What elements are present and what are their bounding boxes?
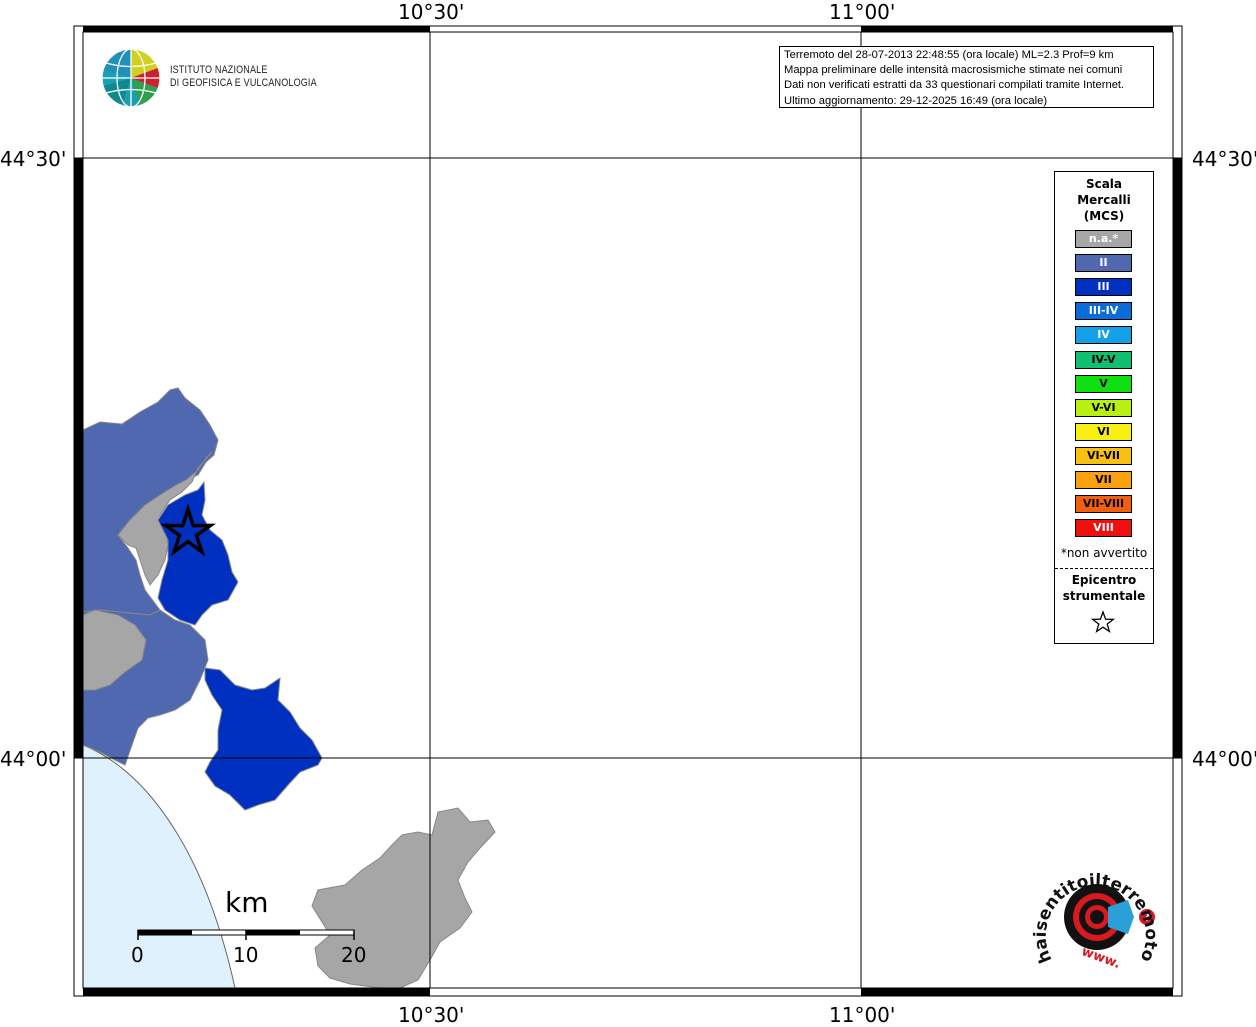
municipality-not-felt-southeast xyxy=(311,807,496,989)
event-info-line4: Ultimo aggiornamento: 29-12-2025 16:49 (… xyxy=(784,94,1048,107)
left-tick-label-44-30: 44°30' xyxy=(0,147,67,171)
legend-swatch-vi-vii: VI-VII xyxy=(1075,446,1132,465)
legend-swatch-iv: IV xyxy=(1075,326,1132,345)
bottom-tick-label-11-00: 11°00' xyxy=(829,1003,896,1027)
legend-title-line2: Mercalli xyxy=(1077,193,1131,207)
municipality-intensity-III-south xyxy=(204,667,323,811)
scale-label-10: 10 xyxy=(233,943,259,967)
scale-label-0: 0 xyxy=(131,943,144,967)
event-info-line2: Mappa preliminare delle intensità macros… xyxy=(784,64,1123,77)
event-info-box: Terremoto del 28-07-2013 22:48:55 (ora l… xyxy=(779,46,1154,108)
legend-swatch-vi: VI xyxy=(1075,422,1132,441)
top-tick-label-11-00: 11°00' xyxy=(829,0,896,24)
legend-swatch-v-vi: V-VI xyxy=(1075,398,1132,417)
legend-swatch-vii: VII xyxy=(1075,471,1132,489)
legend-title: Scala Mercalli (MCS) xyxy=(1055,176,1153,224)
event-info-line3: Dati non verificati estratti da 33 quest… xyxy=(784,79,1125,92)
legend-title-line3: (MCS) xyxy=(1083,209,1125,223)
legend-note: *non avvertito xyxy=(1060,546,1148,560)
legend-swatch-iv-v: IV-V xyxy=(1075,350,1132,369)
scale-unit-label: km xyxy=(225,886,269,919)
ingv-logo-icon xyxy=(101,48,161,108)
legend-swatch-n-a: n.a.* xyxy=(1075,230,1132,248)
left-tick-label-44-00: 44°00' xyxy=(0,747,67,771)
mcs-legend: Scala Mercalli (MCS) n.a.* II III III-IV IV I… xyxy=(1054,171,1154,644)
legend-epicenter-line1: Epicentro xyxy=(1071,573,1137,587)
legend-swatch-vii-viii: VII-VIII xyxy=(1075,495,1132,514)
institute-name: ISTITUTO NAZIONALE DI GEOFISICA E VULCAN… xyxy=(170,64,317,90)
bottom-tick-label-10-30: 10°30' xyxy=(398,1003,465,1027)
right-tick-label-44-30: 44°30' xyxy=(1192,147,1256,171)
legend-star-icon xyxy=(1091,610,1115,634)
institute-name-line1: ISTITUTO NAZIONALE xyxy=(170,64,268,76)
institute-name-line2: DI GEOFISICA E VULCANOLOGIA xyxy=(170,77,317,89)
legend-epicenter-line2: strumentale xyxy=(1062,589,1146,603)
legend-swatch-v: V xyxy=(1075,374,1132,393)
scale-label-20: 20 xyxy=(341,943,367,967)
top-tick-label-10-30: 10°30' xyxy=(398,0,465,24)
legend-separator xyxy=(1055,568,1153,569)
legend-swatch-iii: III xyxy=(1075,278,1132,297)
right-tick-label-44-00: 44°00' xyxy=(1192,747,1256,771)
legend-epicenter-label: Epicentro strumentale xyxy=(1055,572,1153,604)
municipality-intensity-III-epicentral xyxy=(157,480,239,626)
map-frame xyxy=(73,25,1183,997)
legend-swatch-viii: VIII xyxy=(1075,519,1132,538)
graticule xyxy=(74,32,1182,988)
event-info-line1: Terremoto del 28-07-2013 22:48:55 (ora l… xyxy=(784,49,1114,61)
legend-title-line1: Scala xyxy=(1085,177,1123,191)
legend-swatch-ii: II xyxy=(1075,254,1132,273)
legend-swatch-iii-iv: III-IV xyxy=(1075,302,1132,321)
